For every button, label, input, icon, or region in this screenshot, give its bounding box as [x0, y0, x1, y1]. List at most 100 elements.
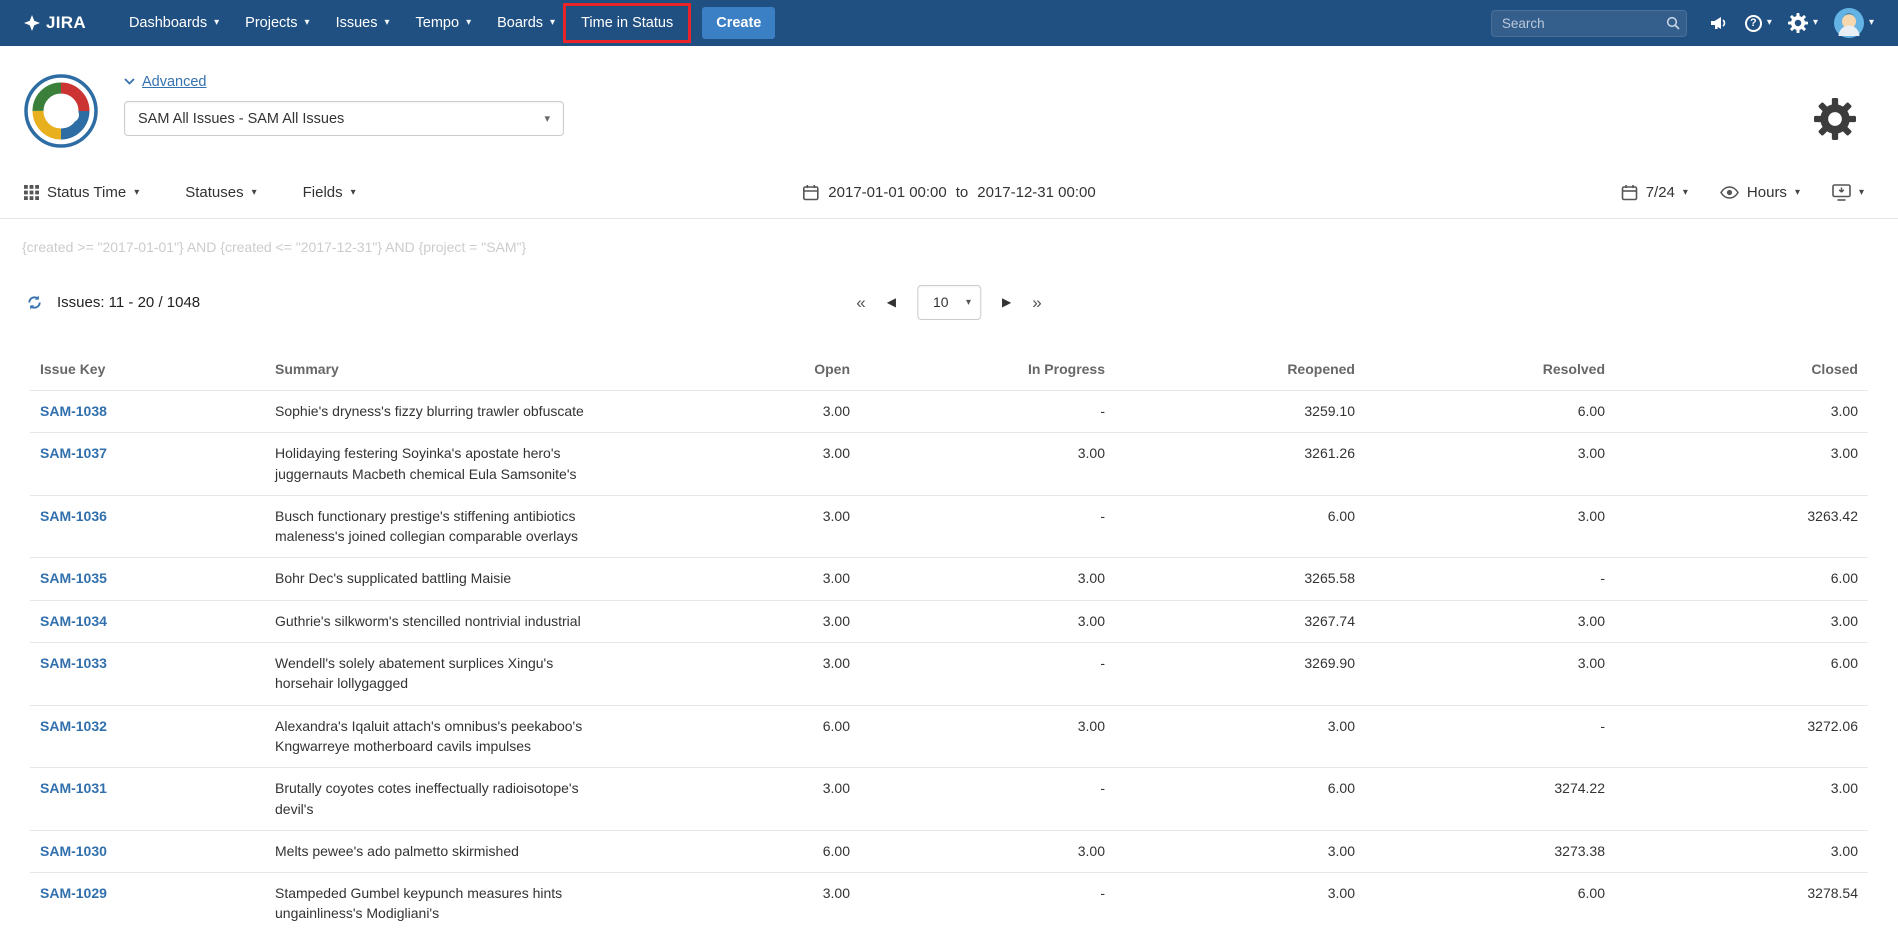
status-value: 3.00 — [850, 830, 1105, 872]
status-value: - — [850, 391, 1105, 433]
issue-key-link[interactable]: SAM-1036 — [40, 508, 107, 524]
issues-count-label: Issues: 11 - 20 / 1048 — [57, 294, 200, 311]
export-menu[interactable]: ▾ — [1832, 184, 1864, 201]
help-menu-button[interactable]: ? ▾ — [1745, 15, 1772, 32]
table-row: SAM-1036 Busch functionary prestige's st… — [30, 495, 1868, 558]
nav-item-time-in-status[interactable]: Time in Status — [568, 0, 686, 46]
date-range-picker[interactable]: 2017-01-01 00:00 to 2017-12-31 00:00 — [802, 184, 1095, 201]
table-row: SAM-1035 Bohr Dec's supplicated battling… — [30, 558, 1868, 600]
column-header-reopened[interactable]: Reopened — [1105, 351, 1355, 391]
issue-summary: Wendell's solely abatement surplices Xin… — [275, 655, 553, 691]
status-value: 3265.58 — [1105, 558, 1355, 600]
status-value: 6.00 — [1355, 873, 1605, 935]
user-profile-button[interactable]: ▾ — [1834, 8, 1874, 38]
saved-filter-select[interactable]: SAM All Issues - SAM All Issues ▾ — [124, 101, 564, 136]
status-value: 3261.26 — [1105, 433, 1355, 496]
report-toolbar: Status Time ▾ Statuses ▾ Fields ▾ 2017-0… — [0, 167, 1898, 219]
status-value: 3278.54 — [1605, 873, 1868, 935]
status-value: 3259.10 — [1105, 391, 1355, 433]
pagination: « ◀ 10 ▾ ▶ » — [856, 285, 1041, 320]
chevron-down-icon: ▾ — [550, 18, 555, 28]
date-join-label: to — [956, 184, 969, 201]
column-header-in-progress[interactable]: In Progress — [850, 351, 1105, 391]
issue-summary: Sophie's dryness's fizzy blurring trawle… — [275, 403, 584, 419]
issue-key-link[interactable]: SAM-1033 — [40, 655, 107, 671]
first-page-button[interactable]: « — [856, 294, 865, 311]
issue-key-link[interactable]: SAM-1034 — [40, 613, 107, 629]
filter-controls: Advanced SAM All Issues - SAM All Issues… — [124, 72, 564, 136]
page-size-value: 10 — [933, 294, 949, 310]
announcements-button[interactable] — [1709, 15, 1729, 31]
nav-item-boards[interactable]: Boards ▾ — [484, 0, 568, 46]
nav-right-group: ? ▾ ▾ ▾ — [1491, 8, 1874, 38]
nav-item-tempo[interactable]: Tempo ▾ — [403, 0, 485, 46]
prev-page-button[interactable]: ◀ — [887, 296, 896, 308]
column-header-resolved[interactable]: Resolved — [1355, 351, 1605, 391]
chevron-down-icon: ▾ — [351, 187, 356, 198]
column-header-issue-key[interactable]: Issue Key — [30, 351, 275, 391]
filter-section: Advanced SAM All Issues - SAM All Issues… — [0, 46, 1898, 167]
refresh-icon[interactable] — [26, 294, 43, 311]
issue-key-link[interactable]: SAM-1037 — [40, 445, 107, 461]
status-value: 3274.22 — [1355, 768, 1605, 831]
table-row: SAM-1031 Brutally coyotes cotes ineffect… — [30, 768, 1868, 831]
settings-gear-button[interactable] — [1814, 98, 1856, 145]
column-header-summary[interactable]: Summary — [275, 351, 635, 391]
status-value: 3.00 — [635, 391, 850, 433]
column-header-closed[interactable]: Closed — [1605, 351, 1868, 391]
status-value: - — [850, 873, 1105, 935]
eye-icon — [1720, 186, 1739, 199]
status-time-menu[interactable]: Status Time ▾ — [24, 184, 139, 201]
status-time-label: Status Time — [47, 184, 126, 201]
chevron-down-icon: ▾ — [466, 18, 471, 28]
statuses-menu[interactable]: Statuses ▾ — [185, 184, 256, 201]
status-value: 3.00 — [850, 705, 1105, 768]
status-value: 6.00 — [635, 830, 850, 872]
issue-summary: Bohr Dec's supplicated battling Maisie — [275, 570, 511, 586]
advanced-label: Advanced — [142, 74, 207, 90]
status-value: 3.00 — [635, 495, 850, 558]
status-value: 3263.42 — [1605, 495, 1868, 558]
nav-item-issues[interactable]: Issues ▾ — [323, 0, 403, 46]
issue-key-link[interactable]: SAM-1038 — [40, 403, 107, 419]
chevron-down-icon: ▾ — [214, 18, 219, 28]
issue-key-link[interactable]: SAM-1031 — [40, 780, 107, 796]
status-value: 3.00 — [635, 433, 850, 496]
issue-summary: Melts pewee's ado palmetto skirmished — [275, 843, 519, 859]
search-input[interactable] — [1491, 10, 1687, 37]
saved-filter-value: SAM All Issues - SAM All Issues — [138, 111, 344, 127]
project-avatar[interactable] — [24, 74, 98, 153]
nav-item-dashboards[interactable]: Dashboards ▾ — [116, 0, 232, 46]
status-value: - — [850, 643, 1105, 706]
chevron-down-icon: ▾ — [1869, 18, 1874, 28]
jira-logo[interactable]: JIRA — [24, 13, 86, 33]
day-hours-menu[interactable]: 7/24 ▾ — [1621, 184, 1688, 201]
table-row: SAM-1032 Alexandra's Iqaluit attach's om… — [30, 705, 1868, 768]
last-page-button[interactable]: » — [1032, 294, 1041, 311]
issue-summary: Stampeded Gumbel keypunch measures hints… — [275, 885, 562, 921]
nav-label: Projects — [245, 15, 297, 31]
issue-key-link[interactable]: SAM-1035 — [40, 570, 107, 586]
status-value: 3273.38 — [1355, 830, 1605, 872]
column-header-open[interactable]: Open — [635, 351, 850, 391]
search-icon[interactable] — [1666, 16, 1680, 35]
issue-key-link[interactable]: SAM-1029 — [40, 885, 107, 901]
results-bar: Issues: 11 - 20 / 1048 « ◀ 10 ▾ ▶ » — [0, 281, 1898, 323]
create-button[interactable]: Create — [702, 7, 775, 39]
issue-key-link[interactable]: SAM-1030 — [40, 843, 107, 859]
chevron-down-icon: ▾ — [305, 18, 310, 28]
fields-menu[interactable]: Fields ▾ — [303, 184, 356, 201]
status-value: 3.00 — [850, 600, 1105, 642]
brand-label: JIRA — [46, 13, 86, 33]
advanced-link[interactable]: Advanced — [124, 74, 207, 90]
next-page-button[interactable]: ▶ — [1002, 296, 1011, 308]
nav-item-projects[interactable]: Projects ▾ — [232, 0, 322, 46]
display-unit-menu[interactable]: Hours ▾ — [1720, 184, 1800, 201]
table-row: SAM-1033 Wendell's solely abatement surp… — [30, 643, 1868, 706]
page-size-select[interactable]: 10 ▾ — [917, 285, 981, 320]
status-value: 3.00 — [1355, 643, 1605, 706]
admin-settings-button[interactable]: ▾ — [1788, 13, 1818, 33]
issue-key-link[interactable]: SAM-1032 — [40, 718, 107, 734]
chevron-down-icon: ▾ — [1767, 18, 1772, 28]
status-value: 3.00 — [635, 873, 850, 935]
